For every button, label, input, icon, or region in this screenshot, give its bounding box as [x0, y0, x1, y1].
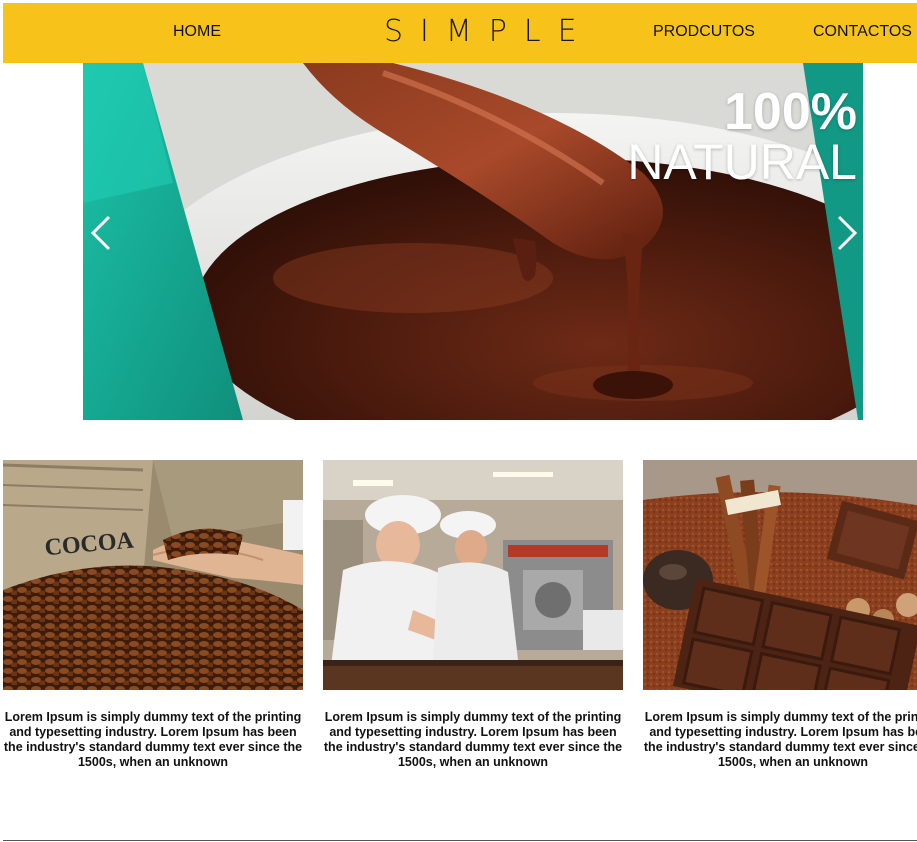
- hero-headline-bottom: NATURAL: [627, 134, 857, 190]
- nav-products-link[interactable]: PRODCUTOS: [653, 3, 755, 63]
- feature-card-clip: Lorem Ipsum is simply dummy text of the …: [643, 460, 917, 790]
- feature-card: COCOA Lorem Ipsum is simply dummy text o…: [3, 460, 303, 769]
- site-logo[interactable]: SIMPLE: [384, 3, 594, 63]
- chevron-left-icon: [90, 215, 111, 251]
- feature-card: Lorem Ipsum is simply dummy text of the …: [323, 460, 623, 769]
- nav-contact-link[interactable]: CONTACTOS: [813, 3, 912, 63]
- card-description: Lorem Ipsum is simply dummy text of the …: [323, 710, 623, 769]
- slider-prev-button[interactable]: [87, 213, 117, 253]
- feature-card: Lorem Ipsum is simply dummy text of the …: [643, 460, 917, 769]
- chevron-right-icon: [837, 215, 858, 251]
- footer-divider: [3, 840, 917, 841]
- chocolate-factory-workers-photo: [323, 460, 623, 690]
- card-description: Lorem Ipsum is simply dummy text of the …: [643, 710, 917, 769]
- hero-slider: 100% NATURAL: [83, 63, 863, 420]
- chocolate-bar-spices-photo: [643, 460, 917, 690]
- hero-headline-top: 100%: [724, 83, 857, 141]
- top-navbar: HOME SIMPLE PRODCUTOS CONTACTOS: [3, 3, 917, 63]
- cocoa-beans-photo: COCOA: [3, 460, 303, 690]
- slider-next-button[interactable]: [831, 213, 861, 253]
- card-description: Lorem Ipsum is simply dummy text of the …: [3, 710, 303, 769]
- nav-home-link[interactable]: HOME: [173, 3, 221, 63]
